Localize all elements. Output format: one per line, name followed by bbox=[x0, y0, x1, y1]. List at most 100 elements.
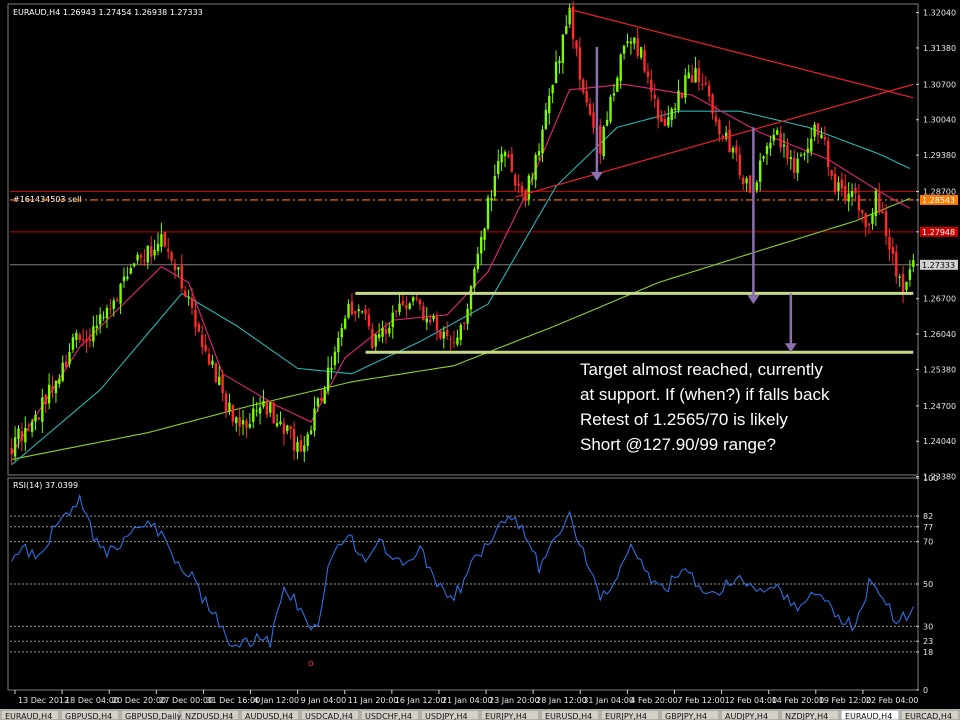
candle-body bbox=[245, 420, 248, 428]
time-tick-label: 4 Jan 12:00 bbox=[254, 696, 300, 705]
candle-body bbox=[452, 342, 456, 344]
chart-tab-label[interactable]: EURCAD,H4 bbox=[905, 712, 952, 720]
candle-body bbox=[132, 263, 136, 267]
candle-body bbox=[411, 297, 415, 302]
chart-tab-label[interactable]: USDCAD,H4 bbox=[305, 712, 353, 720]
candle-body bbox=[738, 154, 741, 176]
time-tick-label: 7 Feb 12:00 bbox=[677, 696, 724, 705]
candle-body bbox=[275, 423, 279, 427]
candle-body bbox=[177, 267, 180, 270]
candle-body bbox=[704, 82, 707, 84]
candle-body bbox=[126, 276, 129, 279]
chart-canvas: EURAUD,H4 1.26943 1.27454 1.26938 1.2733… bbox=[0, 1, 960, 720]
candle-body bbox=[88, 338, 92, 342]
rsi-panel[interactable]: RSI(14) 37.0399 o 100 82 77 70 50 30 23 18 0 bbox=[7, 474, 938, 695]
time-tick-label: 13 Dec 2012 bbox=[18, 696, 69, 705]
candle-body bbox=[503, 151, 507, 157]
candle-body bbox=[731, 148, 735, 153]
candle-body bbox=[30, 421, 34, 432]
candle-body bbox=[435, 316, 439, 331]
candle-body bbox=[650, 79, 653, 92]
candle-body bbox=[486, 197, 490, 229]
candle-body bbox=[759, 160, 762, 182]
candle-body bbox=[629, 41, 633, 44]
candle-body bbox=[687, 72, 690, 79]
rsi-tick-label: 50 bbox=[923, 580, 933, 589]
candle-body bbox=[394, 310, 398, 312]
chart-tab-label[interactable]: USDJPY,H4 bbox=[425, 712, 468, 720]
candle-body bbox=[347, 303, 350, 318]
candle-body bbox=[228, 402, 231, 412]
candle-body bbox=[901, 274, 905, 293]
candle-body bbox=[316, 398, 320, 407]
chart-tab-label[interactable]: NZDUSD,H4 bbox=[185, 712, 233, 720]
candle-body bbox=[432, 316, 435, 320]
candle-body bbox=[289, 426, 292, 430]
time-tick-label: 23 Jan 20:00 bbox=[489, 696, 540, 705]
candle-body bbox=[755, 182, 758, 191]
candle-body bbox=[299, 440, 303, 452]
candle-body bbox=[37, 417, 41, 420]
candle-body bbox=[585, 91, 588, 103]
chart-tab-label[interactable]: EURJPY,H4 bbox=[605, 712, 647, 720]
candle-body bbox=[558, 60, 561, 64]
time-tick-label: 31 Dec 16:00 bbox=[206, 696, 260, 705]
price-tick-label: 1.26040 bbox=[923, 330, 956, 339]
price-panel[interactable]: EURAUD,H4 1.26943 1.27454 1.26938 1.2733… bbox=[7, 1, 958, 482]
candle-body bbox=[895, 251, 898, 277]
candle-body bbox=[735, 146, 738, 154]
candle-body bbox=[340, 328, 343, 338]
candle-body bbox=[806, 148, 810, 153]
candle-body bbox=[677, 90, 680, 111]
chart-tab-label[interactable]: EURUSD,H4 bbox=[545, 712, 592, 720]
candle-body bbox=[449, 338, 452, 340]
candle-body bbox=[469, 286, 473, 310]
chart-tab-label[interactable]: NZDJPY,H4 bbox=[785, 712, 828, 720]
candle-body bbox=[667, 117, 670, 126]
candle-body bbox=[582, 79, 585, 93]
candle-body bbox=[776, 130, 779, 135]
candle-body bbox=[167, 249, 170, 252]
candle-body bbox=[639, 47, 643, 58]
chart-tab-label[interactable]: GBPUSD,H4 bbox=[65, 712, 112, 720]
price-tick-label: 1.26700 bbox=[923, 295, 956, 304]
candle-body bbox=[153, 249, 156, 256]
candle-body bbox=[367, 314, 371, 327]
candle-body bbox=[184, 290, 187, 297]
candle-body bbox=[105, 307, 109, 319]
candle-body bbox=[218, 376, 221, 386]
candle-body bbox=[248, 424, 252, 428]
price-tick-label: 1.30700 bbox=[923, 80, 956, 89]
candle-body bbox=[150, 246, 153, 257]
time-tick-label: 14 Feb 20:00 bbox=[772, 696, 824, 705]
candle-body bbox=[41, 397, 44, 422]
candle-body bbox=[456, 337, 459, 345]
price-tick-label: 1.29380 bbox=[923, 151, 956, 160]
chart-tab-label[interactable]: EURAUD,H4 bbox=[845, 712, 892, 720]
candle-body bbox=[115, 299, 119, 301]
candle-body bbox=[854, 187, 857, 194]
candle-body bbox=[265, 402, 269, 415]
price-label-text: 1.27948 bbox=[922, 228, 955, 237]
time-tick-label: 9 Jan 04:00 bbox=[301, 696, 347, 705]
candle-body bbox=[374, 334, 377, 347]
candle-body bbox=[483, 228, 486, 240]
chart-tab-label[interactable]: AUDUSD,H4 bbox=[245, 712, 293, 720]
candle-body bbox=[214, 363, 218, 383]
candle-body bbox=[95, 325, 98, 328]
chart-tabs[interactable]: EURAUD,H4 GBPUSD,H4 GBPUSD,Daily NZDUSD,H4 A… bbox=[0, 709, 960, 720]
chart-tab-label[interactable]: GBPUSD,Daily bbox=[125, 712, 182, 720]
candle-body bbox=[803, 153, 806, 155]
candle-body bbox=[537, 151, 541, 156]
candle-body bbox=[75, 332, 78, 340]
candle-body bbox=[568, 7, 571, 25]
chart-tab-label[interactable]: AUDJPY,H4 bbox=[725, 712, 768, 720]
rsi-tick-label: 18 bbox=[923, 648, 933, 657]
chart-tab-label[interactable]: USDCHF,H4 bbox=[365, 712, 412, 720]
candle-body bbox=[592, 112, 595, 128]
chart-tab-label[interactable]: EURAUD,H4 bbox=[5, 712, 52, 720]
rsi-tick-label: 100 bbox=[923, 474, 938, 483]
candle-body bbox=[571, 6, 575, 40]
chart-tab-label[interactable]: EURJPY,H4 bbox=[485, 712, 527, 720]
chart-tab-label[interactable]: GBPJPY,H4 bbox=[665, 712, 707, 720]
